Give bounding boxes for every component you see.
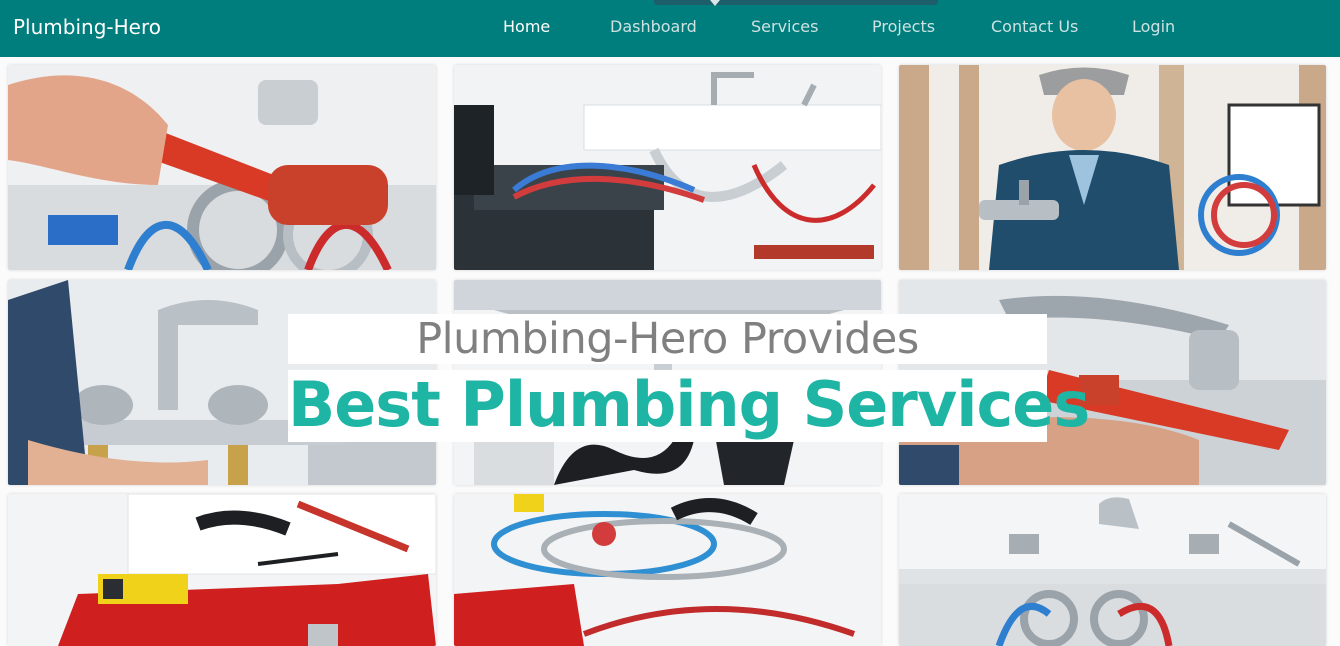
headline-box-bottom: Best Plumbing Services — [288, 368, 1090, 442]
hero-banner: Plumbing-Hero Provides Best Plumbing Ser… — [0, 57, 1340, 646]
red-toolbox-pipes-image — [8, 494, 436, 646]
top-tab-decoration — [654, 0, 938, 5]
sink-valves-image — [899, 494, 1326, 646]
nav-login[interactable]: Login — [1132, 17, 1175, 36]
nav-projects[interactable]: Projects — [872, 17, 935, 36]
nav-dashboard[interactable]: Dashboard — [610, 17, 697, 36]
navbar: Plumbing-Hero Home Dashboard Services Pr… — [0, 0, 1340, 57]
toolbox-under-sink-image — [454, 65, 881, 270]
brand-logo-link[interactable]: Plumbing-Hero — [13, 15, 161, 39]
headline-title: Best Plumbing Services — [288, 368, 1090, 441]
wrench-on-pipes-image — [8, 65, 436, 270]
plumber-with-faucet-image — [899, 65, 1326, 270]
hoses-and-toolbox-image — [454, 494, 881, 646]
nav-services[interactable]: Services — [751, 17, 818, 36]
nav-contact-us[interactable]: Contact Us — [991, 17, 1078, 36]
nav-home[interactable]: Home — [503, 17, 550, 36]
headline-subtitle: Plumbing-Hero Provides — [416, 314, 919, 364]
headline-box-top: Plumbing-Hero Provides — [288, 314, 1047, 364]
